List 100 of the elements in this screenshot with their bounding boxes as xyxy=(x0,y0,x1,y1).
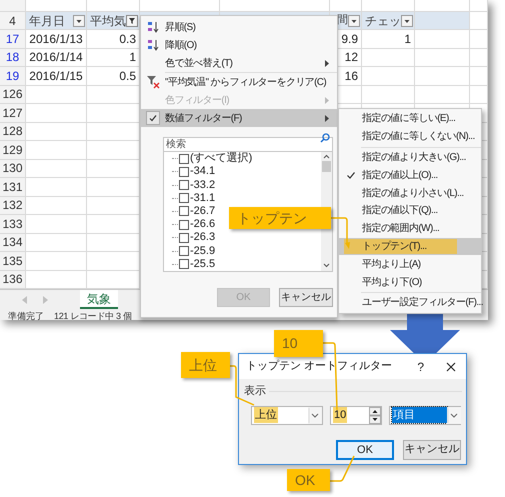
ok-button[interactable]: OK xyxy=(336,440,394,460)
row-header: 126 xyxy=(0,86,26,104)
group-label: 表示 xyxy=(244,384,266,399)
checkbox[interactable] xyxy=(179,246,189,256)
cancel-button[interactable]: キャンセル xyxy=(403,440,461,460)
grid-cell xyxy=(470,86,488,104)
filter-active-button[interactable] xyxy=(126,14,138,26)
callout-label: OK xyxy=(287,469,330,491)
help-button[interactable]: ? xyxy=(417,358,424,376)
sheet-tab[interactable]: 気象 xyxy=(80,290,118,309)
menu-item[interactable]: 平均より下(O) xyxy=(339,273,481,291)
menu-item[interactable]: 数値フィルター(F) xyxy=(141,109,337,127)
grid-cell xyxy=(26,178,87,196)
leader-line xyxy=(330,456,355,482)
checkbox[interactable] xyxy=(179,166,189,177)
cancel-button[interactable]: キャンセル xyxy=(279,288,333,307)
grid-cell xyxy=(26,215,87,234)
search-field[interactable]: 検索 xyxy=(163,137,333,152)
table-cell: 2016/1/15 xyxy=(26,67,87,86)
grid-cell xyxy=(26,252,87,270)
check-icon xyxy=(146,111,160,125)
callout-label: 上位 xyxy=(181,352,230,378)
grid-cell xyxy=(26,234,87,252)
search-icon[interactable] xyxy=(320,133,330,143)
row-header: 132 xyxy=(0,196,26,215)
dropdown[interactable]: 項目 xyxy=(389,406,461,424)
menu-item[interactable]: 指定の値以上(O)... xyxy=(339,166,481,184)
row-header: 134 xyxy=(0,234,26,252)
column-header-text: 年月日 xyxy=(29,12,65,29)
row-header: 128 xyxy=(0,122,26,141)
menu-item[interactable]: 平均より上(A) xyxy=(339,255,481,274)
number-spinner[interactable]: 10 xyxy=(330,406,382,424)
checkbox[interactable] xyxy=(179,206,189,216)
checkbox[interactable] xyxy=(179,193,189,204)
status-text: 121 レコード中 3 個 xyxy=(54,312,132,320)
column-header-text: チェッ xyxy=(365,12,401,29)
grid-cell xyxy=(26,160,87,178)
row-header: 17 xyxy=(0,30,26,48)
filter-dropdown-button[interactable] xyxy=(73,14,85,26)
row-header: 131 xyxy=(0,178,26,196)
spin-arrows-icon[interactable] xyxy=(369,406,381,424)
checkbox[interactable] xyxy=(179,259,189,270)
menu-item[interactable]: 指定の値以下(Q)... xyxy=(339,202,481,220)
menu-item[interactable]: 指定の値に等しい(E)... xyxy=(339,110,481,128)
menu-item[interactable]: ユーザー設定フィルター(F)... xyxy=(339,294,481,312)
menu-item[interactable]: 指定の値より小さい(L)... xyxy=(339,184,481,202)
row-header: 136 xyxy=(0,270,26,289)
grid-cell xyxy=(362,67,415,86)
grid-cell xyxy=(26,196,87,215)
grid-cell xyxy=(415,86,470,104)
checkbox-label: -31.1 xyxy=(190,192,216,204)
grid-cell xyxy=(362,86,415,104)
grid-cell xyxy=(470,67,488,86)
menu-item[interactable]: トップテン(T)... xyxy=(339,238,481,256)
dialog-title: トップテン オートフィルター xyxy=(246,358,394,374)
grid-cell xyxy=(362,48,415,67)
callout-label: トップテン xyxy=(229,207,331,229)
submenu-arrow-icon xyxy=(325,114,329,122)
menu-item[interactable]: 指定の値より大きい(G)... xyxy=(339,148,481,166)
submenu-arrow-icon xyxy=(325,60,329,66)
status-text: 準備完了 xyxy=(8,312,44,320)
check-icon xyxy=(346,172,354,179)
row-header: 18 xyxy=(0,48,26,67)
grid-cell xyxy=(26,141,87,160)
grid-cell xyxy=(470,30,488,48)
grid-cell xyxy=(470,12,488,30)
checkbox-label: -26.3 xyxy=(190,232,216,244)
menu-item[interactable]: 指定の値に等しくない(N)... xyxy=(339,128,481,146)
checkbox-label: -25.5 xyxy=(190,258,216,270)
row-header: 133 xyxy=(0,215,26,234)
row-header: 130 xyxy=(0,160,26,178)
grid-cell xyxy=(470,0,488,12)
checkbox[interactable] xyxy=(179,180,189,190)
checkbox[interactable] xyxy=(179,220,189,230)
checkbox-label: -34.1 xyxy=(190,166,216,178)
dropdown[interactable]: 上位 xyxy=(251,406,323,424)
menu-item[interactable]: 指定の範囲内(W)... xyxy=(339,220,481,238)
grid-cell xyxy=(415,67,470,86)
table-cell: 1 xyxy=(362,30,415,48)
checkbox-label: -33.2 xyxy=(190,180,216,191)
checkbox[interactable] xyxy=(179,232,189,243)
checkbox-label: -25.9 xyxy=(190,246,216,257)
checkbox[interactable] xyxy=(179,154,189,164)
table-cell: 2016/1/14 xyxy=(26,48,87,67)
leader-line xyxy=(323,342,338,410)
callout-label: 10 xyxy=(274,330,323,357)
filter-dropdown-button[interactable] xyxy=(348,14,360,26)
filter-dropdown-button[interactable] xyxy=(401,14,413,26)
grid-cell xyxy=(415,48,470,67)
grid-cell xyxy=(470,48,488,67)
leader-line xyxy=(331,217,350,249)
checkbox-label: -26.7 xyxy=(190,206,216,217)
grid-cell xyxy=(415,30,470,48)
sort-descending-icon xyxy=(147,39,159,51)
row-header: 19 xyxy=(0,67,26,86)
close-icon[interactable] xyxy=(446,362,456,372)
checkbox-label: (すべて選択) xyxy=(190,153,252,164)
column-header-text: 平均気 xyxy=(90,12,126,29)
row-header: 4 xyxy=(0,12,26,30)
grid-cell xyxy=(26,104,87,122)
